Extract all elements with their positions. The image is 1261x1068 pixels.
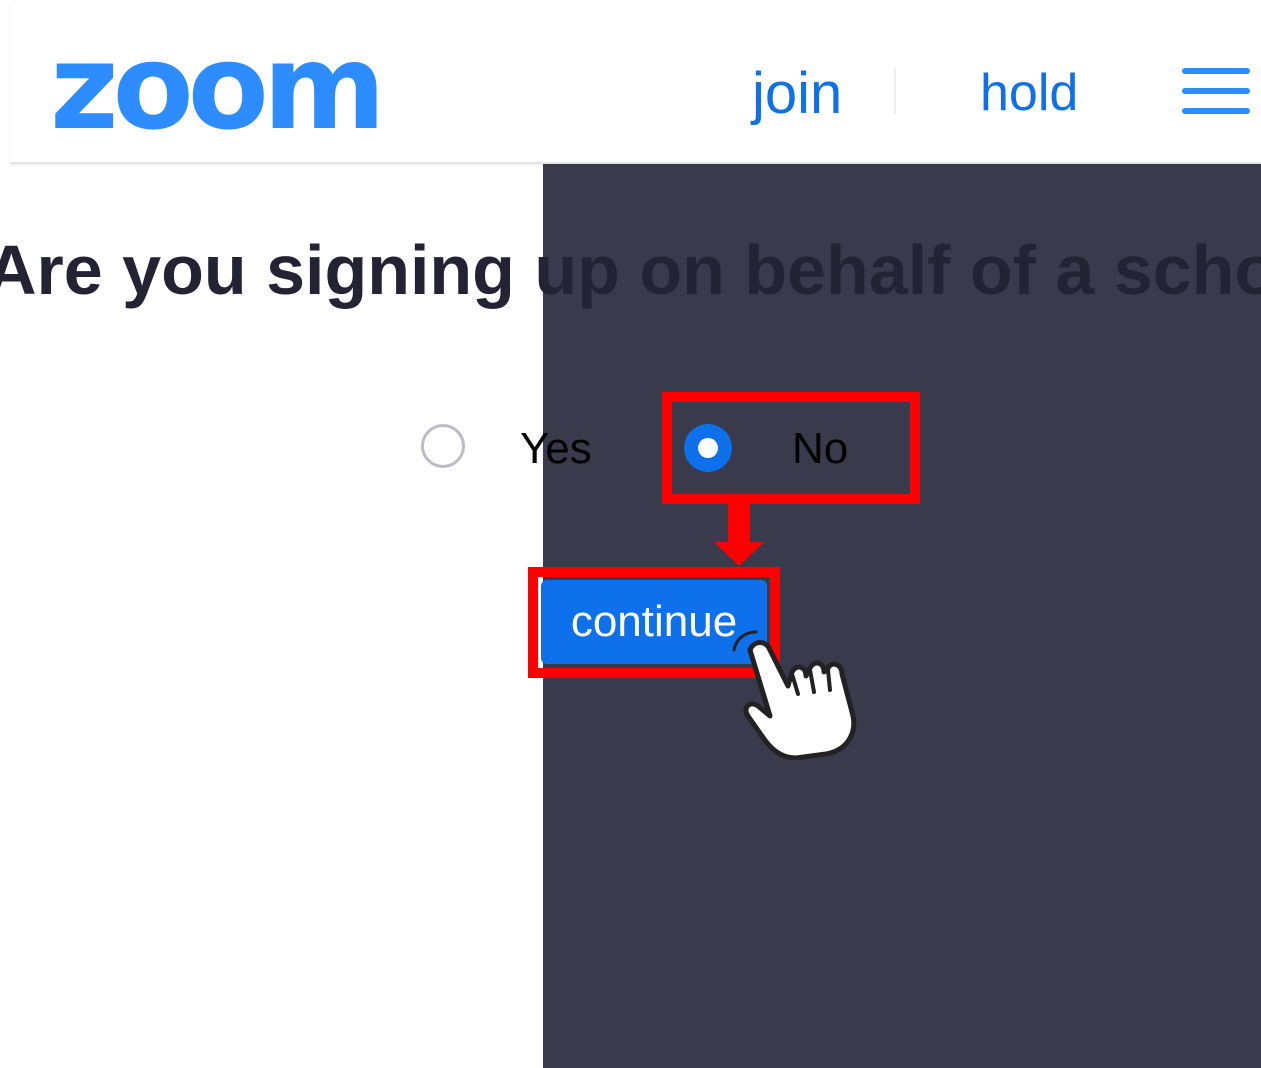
radio-yes-label[interactable]: Yes	[520, 424, 592, 474]
nav-link-hold[interactable]: hold	[980, 62, 1078, 124]
nav-divider	[894, 68, 896, 114]
page-title: Are you signing up on behalf of a schoo	[0, 231, 1261, 309]
radio-yes[interactable]	[421, 424, 465, 468]
nav-link-join[interactable]: join	[752, 60, 842, 128]
top-navigation-bar: zoom join hold	[10, 0, 1261, 164]
arrow-down-icon-shaft	[728, 504, 750, 544]
arrow-down-icon	[714, 542, 764, 566]
hand-pointer-icon	[732, 630, 857, 760]
zoom-logo[interactable]: zoom	[50, 28, 386, 146]
hamburger-menu-icon[interactable]	[1182, 68, 1250, 114]
highlight-box-no	[662, 392, 920, 504]
